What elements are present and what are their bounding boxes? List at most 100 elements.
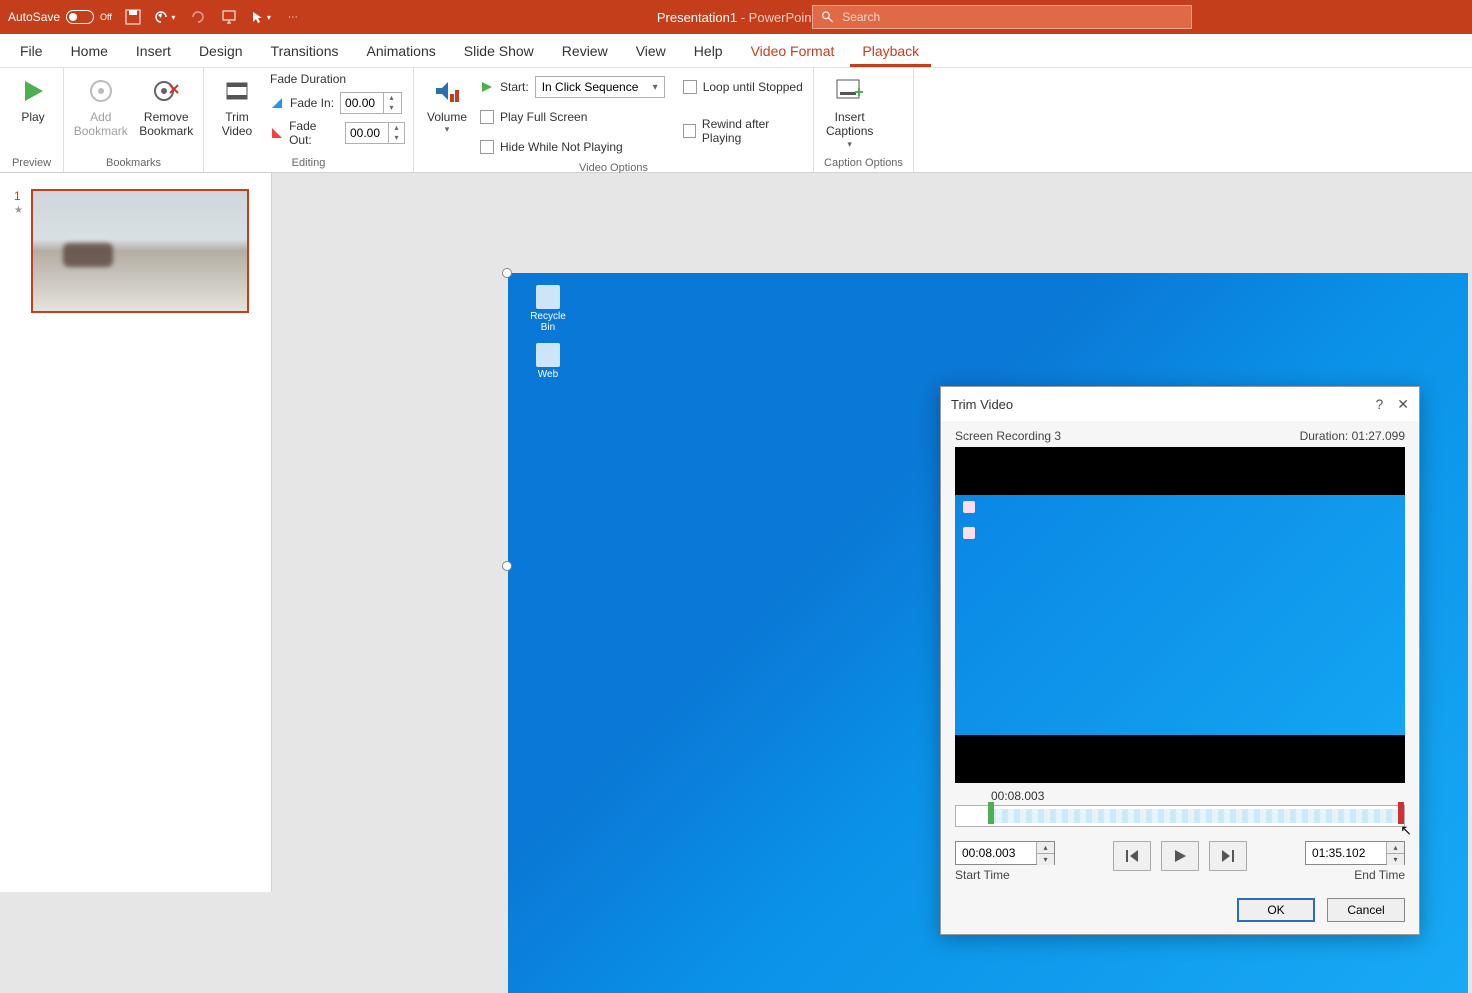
end-time-input[interactable]: ▴▾ (1305, 841, 1405, 865)
resize-handle[interactable] (502, 268, 512, 278)
prev-frame-button[interactable] (1113, 841, 1151, 871)
cursor-icon: ↖ (1400, 822, 1412, 839)
group-bookmarks: Bookmarks (72, 155, 195, 172)
spinner-down-icon[interactable]: ▾ (384, 103, 399, 113)
spinner-up-icon[interactable]: ▴ (384, 93, 399, 103)
loop-checkbox[interactable] (683, 80, 697, 94)
start-select[interactable]: In Click Sequence (535, 76, 665, 98)
trim-timeline[interactable]: ↖ (955, 805, 1405, 827)
animation-star-icon: ★ (14, 205, 23, 216)
tab-slideshow[interactable]: Slide Show (452, 37, 546, 67)
spinner-down-icon[interactable]: ▾ (1387, 854, 1404, 865)
tab-file[interactable]: File (8, 37, 55, 67)
tab-transitions[interactable]: Transitions (259, 37, 351, 67)
start-time-input[interactable]: ▴▾ (955, 841, 1055, 865)
tab-home[interactable]: Home (59, 37, 120, 67)
chevron-down-icon: ▾ (445, 124, 450, 135)
duration-label: Duration: (1300, 429, 1349, 443)
start-time-label: Start Time (955, 868, 1055, 882)
tab-design[interactable]: Design (187, 37, 255, 67)
help-button[interactable]: ? (1375, 396, 1383, 413)
ribbon-tabs: File Home Insert Design Transitions Anim… (0, 34, 1472, 68)
fade-out-icon (270, 126, 283, 140)
spinner-down-icon[interactable]: ▾ (389, 133, 404, 143)
close-button[interactable]: ✕ (1397, 396, 1409, 413)
title-bar: AutoSave Off ▾ ▾ ⋯ Presentation1 - Power… (0, 0, 1472, 34)
pointer-icon[interactable]: ▾ (250, 6, 272, 28)
duration-value: 01:27.099 (1352, 429, 1405, 443)
spinner-up-icon[interactable]: ▴ (1037, 842, 1054, 854)
slide-canvas[interactable]: Recycle Bin Web Trim Video ? ✕ Screen Re… (272, 173, 1472, 892)
trim-icon (220, 74, 254, 108)
autosave-state: Off (100, 12, 112, 22)
tab-review[interactable]: Review (550, 37, 620, 67)
start-time-value[interactable] (956, 842, 1036, 864)
rewind-checkbox[interactable] (683, 124, 696, 138)
start-icon (480, 80, 494, 94)
cancel-button[interactable]: Cancel (1327, 898, 1405, 922)
clip-name: Screen Recording 3 (955, 429, 1061, 443)
autosave-toggle[interactable]: AutoSave Off (8, 10, 112, 24)
spinner-down-icon[interactable]: ▾ (1037, 854, 1054, 865)
undo-button[interactable]: ▾ (154, 6, 176, 28)
volume-icon (430, 74, 464, 108)
slide-number: 1 (14, 189, 23, 203)
full-screen-checkbox[interactable] (480, 110, 494, 124)
fade-out-spinner[interactable]: ▴▾ (345, 122, 405, 144)
document-name: Presentation1 (657, 10, 737, 25)
fade-in-spinner[interactable]: ▴▾ (340, 92, 402, 114)
fade-in-value[interactable] (341, 94, 383, 112)
spinner-up-icon[interactable]: ▴ (1387, 842, 1404, 854)
remove-bookmark-button[interactable]: Remove Bookmark (138, 72, 196, 141)
trim-start-handle[interactable] (986, 802, 996, 832)
timeline-track (990, 809, 1404, 823)
loop-label: Loop until Stopped (703, 80, 803, 94)
start-label: Start: (500, 80, 529, 94)
hide-checkbox[interactable] (480, 140, 494, 154)
trim-video-button[interactable]: Trim Video (212, 72, 262, 141)
slide-thumbnail[interactable] (31, 189, 249, 313)
toggle-off-icon (66, 10, 94, 24)
save-icon[interactable] (122, 6, 144, 28)
search-icon (821, 10, 834, 24)
insert-captions-button[interactable]: Insert Captions ▾ (822, 72, 877, 152)
tab-animations[interactable]: Animations (354, 37, 447, 67)
customize-qat[interactable]: ⋯ (282, 6, 304, 28)
play-pause-button[interactable] (1161, 841, 1199, 871)
preview-desktop-icon (963, 501, 975, 513)
app-name-separator: - (741, 10, 749, 25)
fade-duration-label: Fade Duration (270, 72, 405, 86)
end-time-value[interactable] (1306, 842, 1386, 864)
volume-button[interactable]: Volume ▾ (422, 72, 472, 137)
tab-playback[interactable]: Playback (850, 37, 931, 67)
preview-desktop-icon (963, 527, 975, 539)
search-input[interactable] (842, 10, 1183, 24)
tab-help[interactable]: Help (682, 37, 735, 67)
ok-button[interactable]: OK (1237, 898, 1315, 922)
group-captions: Caption Options (822, 155, 905, 172)
resize-handle[interactable] (502, 561, 512, 571)
bookmark-remove-icon (149, 74, 183, 108)
next-frame-button[interactable] (1209, 841, 1247, 871)
group-editing: Editing (212, 155, 405, 172)
trim-video-dialog: Trim Video ? ✕ Screen Recording 3 Durati… (940, 386, 1420, 935)
play-button[interactable]: Play (8, 72, 58, 126)
fade-out-value[interactable] (346, 124, 388, 142)
search-box[interactable] (812, 5, 1192, 29)
desktop-web: Web (526, 343, 570, 380)
tab-view[interactable]: View (624, 37, 678, 67)
chevron-down-icon: ▾ (847, 139, 852, 150)
current-timecode: 00:08.003 (991, 789, 1405, 803)
bookmark-add-icon (84, 74, 118, 108)
dialog-title: Trim Video (951, 397, 1013, 412)
fade-in-icon (270, 96, 284, 110)
autosave-label: AutoSave (8, 10, 60, 24)
present-icon[interactable] (218, 6, 240, 28)
spinner-up-icon[interactable]: ▴ (389, 123, 404, 133)
play-icon (16, 74, 50, 108)
group-preview: Preview (8, 155, 55, 172)
rewind-label: Rewind after Playing (702, 117, 805, 145)
redo-button[interactable] (186, 6, 208, 28)
tab-video-format[interactable]: Video Format (739, 37, 847, 67)
tab-insert[interactable]: Insert (124, 37, 183, 67)
